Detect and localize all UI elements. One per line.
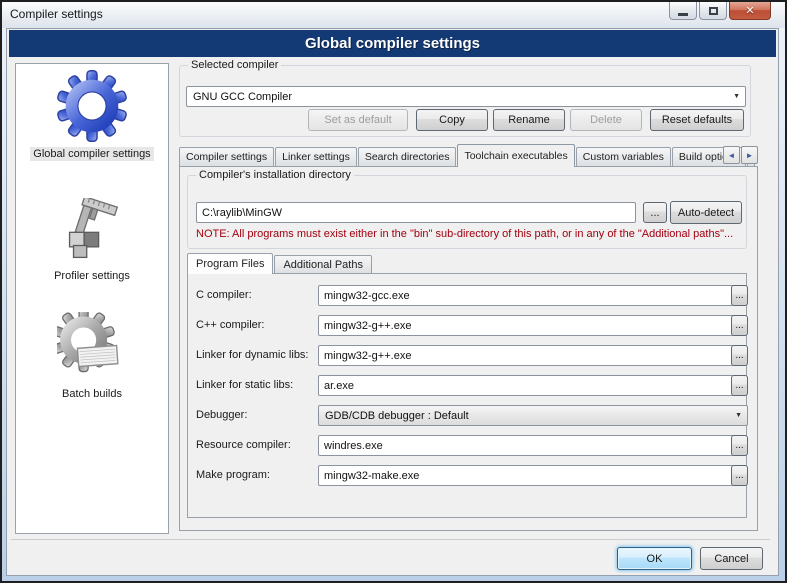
ellipsis-icon: ... bbox=[735, 290, 743, 301]
installation-path-input[interactable] bbox=[196, 202, 636, 223]
tab-compiler-settings[interactable]: Compiler settings bbox=[179, 147, 274, 167]
static-linker-row: Linker for static libs: ... bbox=[188, 375, 746, 396]
page-title: Global compiler settings bbox=[305, 35, 480, 52]
delete-button[interactable]: Delete bbox=[570, 109, 642, 131]
maximize-icon bbox=[709, 7, 718, 15]
minimize-button[interactable] bbox=[669, 2, 697, 20]
field-label: C++ compiler: bbox=[196, 315, 264, 336]
browse-c-compiler-button[interactable]: ... bbox=[731, 285, 748, 306]
tab-scroll-buttons: ◄ ► bbox=[722, 146, 758, 164]
browse-resource-compiler-button[interactable]: ... bbox=[731, 435, 748, 456]
debugger-value: GDB/CDB debugger : Default bbox=[325, 410, 469, 422]
field-label: Resource compiler: bbox=[196, 435, 291, 456]
ellipsis-icon: ... bbox=[735, 440, 743, 451]
settings-tabstrip: Compiler settings Linker settings Search… bbox=[179, 143, 758, 167]
ok-button[interactable]: OK bbox=[617, 547, 692, 570]
cpp-compiler-input[interactable] bbox=[318, 315, 734, 336]
close-button[interactable]: ✕ bbox=[729, 2, 771, 20]
window-frame: Compiler settings ✕ Global compiler sett… bbox=[2, 2, 785, 581]
program-files-panel: C compiler: ... C++ compiler: ... Linker… bbox=[187, 273, 747, 518]
chevron-down-icon: ▼ bbox=[735, 412, 742, 419]
tab-scroll-left-button[interactable]: ◄ bbox=[723, 146, 740, 164]
reset-defaults-button[interactable]: Reset defaults bbox=[650, 109, 744, 131]
selected-compiler-value: GNU GCC Compiler bbox=[193, 91, 292, 103]
resource-compiler-input[interactable] bbox=[318, 435, 734, 456]
compiler-actions: Set as default Copy Rename Delete Reset … bbox=[308, 109, 744, 131]
debugger-row: Debugger: GDB/CDB debugger : Default ▼ bbox=[188, 405, 746, 426]
sidebar-item-profiler-settings[interactable]: Profiler settings bbox=[16, 198, 168, 283]
tab-program-files[interactable]: Program Files bbox=[187, 253, 273, 274]
gray-gear-icon bbox=[57, 312, 127, 382]
minimize-icon bbox=[678, 13, 688, 16]
tab-additional-paths[interactable]: Additional Paths bbox=[274, 255, 372, 274]
tab-search-directories[interactable]: Search directories bbox=[358, 147, 457, 167]
field-label: Debugger: bbox=[196, 405, 247, 426]
window-title: Compiler settings bbox=[10, 2, 103, 27]
cpp-compiler-row: C++ compiler: ... bbox=[188, 315, 746, 336]
ellipsis-icon: ... bbox=[735, 320, 743, 331]
group-label: Compiler's installation directory bbox=[196, 169, 354, 181]
dialog-header: Global compiler settings bbox=[9, 30, 776, 57]
dynamic-linker-input[interactable] bbox=[318, 345, 734, 366]
resource-compiler-row: Resource compiler: ... bbox=[188, 435, 746, 456]
group-label: Selected compiler bbox=[188, 59, 281, 71]
tab-toolchain-executables[interactable]: Toolchain executables bbox=[457, 144, 574, 167]
sidebar-item-label: Profiler settings bbox=[51, 269, 133, 283]
tab-scroll-right-icon: ► bbox=[746, 151, 754, 160]
close-icon: ✕ bbox=[745, 4, 754, 17]
browse-cpp-compiler-button[interactable]: ... bbox=[731, 315, 748, 336]
copy-button[interactable]: Copy bbox=[416, 109, 488, 131]
field-label: Linker for dynamic libs: bbox=[196, 345, 309, 366]
window-titlebar[interactable]: Compiler settings ✕ bbox=[2, 2, 785, 28]
rename-button[interactable]: Rename bbox=[493, 109, 565, 131]
blue-gear-icon bbox=[56, 70, 128, 142]
installation-note: NOTE: All programs must exist either in … bbox=[196, 228, 733, 240]
ellipsis-icon: ... bbox=[735, 470, 743, 481]
cancel-button[interactable]: Cancel bbox=[700, 547, 763, 570]
ellipsis-icon: ... bbox=[735, 350, 743, 361]
ellipsis-icon: ... bbox=[650, 207, 659, 219]
sidebar-item-label: Global compiler settings bbox=[30, 147, 153, 161]
browse-dynamic-linker-button[interactable]: ... bbox=[731, 345, 748, 366]
browse-make-program-button[interactable]: ... bbox=[731, 465, 748, 486]
settings-category-sidebar: Global compiler settings bbox=[15, 63, 169, 534]
ellipsis-icon: ... bbox=[735, 380, 743, 391]
dialog-body: Global compiler settings bbox=[6, 28, 779, 576]
c-compiler-input[interactable] bbox=[318, 285, 734, 306]
window-caption-buttons: ✕ bbox=[667, 2, 771, 20]
set-as-default-button[interactable]: Set as default bbox=[308, 109, 408, 131]
tab-scroll-right-button[interactable]: ► bbox=[741, 146, 758, 164]
field-label: C compiler: bbox=[196, 285, 252, 306]
sidebar-item-global-compiler-settings[interactable]: Global compiler settings bbox=[16, 70, 168, 161]
installation-directory-group: Compiler's installation directory ... Au… bbox=[187, 175, 747, 249]
debugger-select[interactable]: GDB/CDB debugger : Default ▼ bbox=[318, 405, 748, 426]
selected-compiler-group: Selected compiler GNU GCC Compiler ▼ Set… bbox=[179, 65, 751, 137]
caliper-icon bbox=[59, 198, 125, 264]
dynamic-linker-row: Linker for dynamic libs: ... bbox=[188, 345, 746, 366]
field-label: Make program: bbox=[196, 465, 270, 486]
compiler-settings-window: Compiler settings ✕ Global compiler sett… bbox=[0, 0, 787, 583]
auto-detect-button[interactable]: Auto-detect bbox=[670, 201, 742, 224]
sidebar-item-label: Batch builds bbox=[59, 387, 125, 401]
c-compiler-row: C compiler: ... bbox=[188, 285, 746, 306]
footer-separator bbox=[11, 539, 770, 540]
browse-static-linker-button[interactable]: ... bbox=[731, 375, 748, 396]
selected-compiler-select[interactable]: GNU GCC Compiler ▼ bbox=[186, 86, 746, 107]
make-program-row: Make program: ... bbox=[188, 465, 746, 486]
paper-stack-icon bbox=[77, 346, 117, 367]
field-label: Linker for static libs: bbox=[196, 375, 293, 396]
maximize-button[interactable] bbox=[699, 2, 727, 20]
sidebar-item-batch-builds[interactable]: Batch builds bbox=[16, 312, 168, 401]
tab-scroll-left-icon: ◄ bbox=[728, 151, 736, 160]
make-program-input[interactable] bbox=[318, 465, 734, 486]
tab-custom-variables[interactable]: Custom variables bbox=[576, 147, 671, 167]
chevron-down-icon: ▼ bbox=[733, 93, 740, 100]
browse-path-button[interactable]: ... bbox=[643, 202, 667, 223]
program-tabstrip: Program Files Additional Paths bbox=[187, 253, 373, 274]
static-linker-input[interactable] bbox=[318, 375, 734, 396]
tab-linker-settings[interactable]: Linker settings bbox=[275, 147, 357, 167]
